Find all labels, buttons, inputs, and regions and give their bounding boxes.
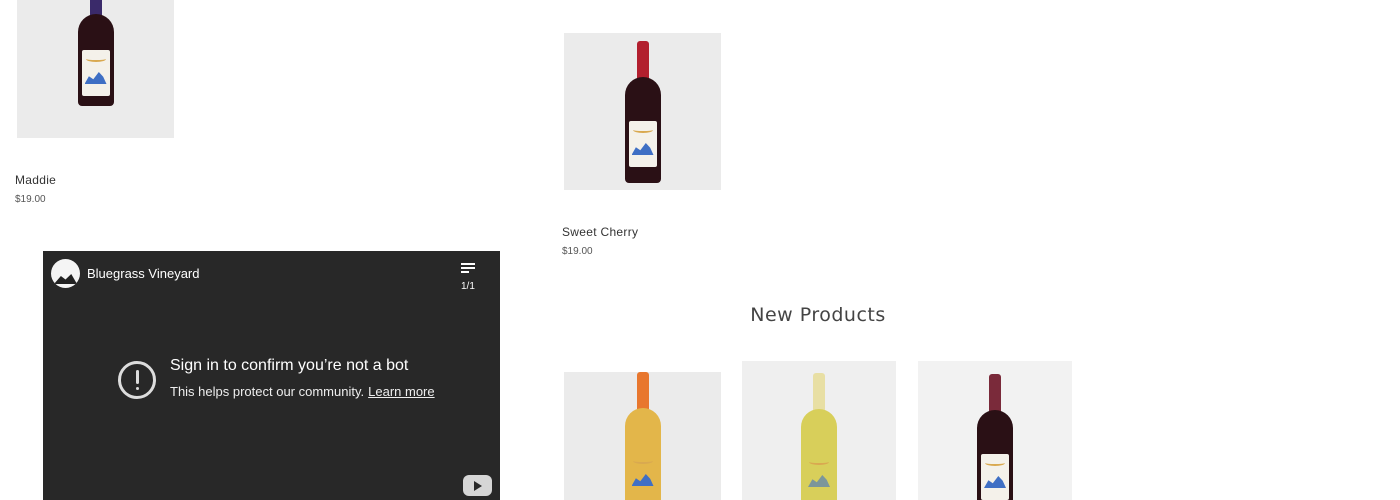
product-name[interactable]: Sweet Cherry [562,225,638,239]
playlist-icon[interactable] [461,263,475,275]
section-title: New Products [750,304,886,326]
signin-message-title: Sign in to confirm you’re not a bot [170,357,409,374]
wine-bottle-image [975,374,1015,500]
alert-icon [118,361,156,399]
learn-more-link[interactable]: Learn more [368,384,434,399]
product-image-maddie[interactable] [17,0,174,138]
new-product-image[interactable] [918,361,1072,500]
new-product-image[interactable] [742,361,896,500]
playlist-count: 1/1 [461,281,475,292]
new-product-image[interactable] [564,372,721,500]
youtube-logo-icon[interactable] [463,475,492,496]
product-price: $19.00 [15,194,46,205]
signin-message-body: This helps protect our community. Learn m… [170,384,435,399]
wine-bottle-image [76,0,116,138]
product-price: $19.00 [562,246,593,257]
channel-title[interactable]: Bluegrass Vineyard [87,266,200,281]
wine-bottle-image [623,41,663,190]
wine-bottle-image [623,372,663,500]
signin-message-text: This helps protect our community. [170,384,365,399]
channel-avatar[interactable] [51,259,80,288]
product-image-sweet-cherry[interactable] [564,33,721,190]
wine-bottle-image [799,373,839,500]
product-name[interactable]: Maddie [15,173,56,187]
youtube-embed[interactable]: Bluegrass Vineyard 1/1 Sign in to confir… [43,251,500,500]
